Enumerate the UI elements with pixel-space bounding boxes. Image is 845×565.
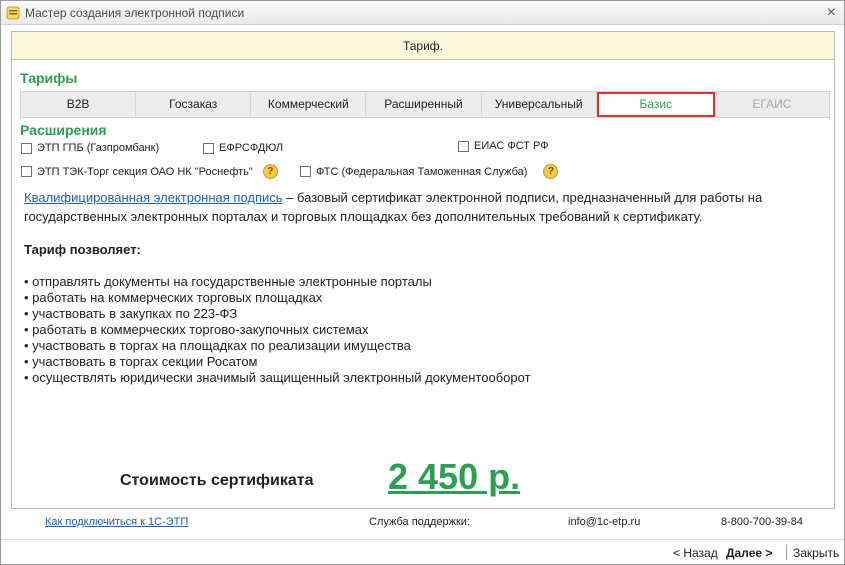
- support-label: Служба поддержки:: [369, 516, 470, 528]
- tab-extended[interactable]: Расширенный: [366, 92, 482, 117]
- support-phone: 8-800-700-39-84: [721, 516, 803, 528]
- price-label: Стоимость сертификата: [120, 472, 314, 489]
- ext-fts-label: ФТС (Федеральная Таможенная Служба): [316, 165, 528, 178]
- checkbox[interactable]: [21, 142, 32, 154]
- ext-efrsfdyul-label: ЕФРСФДЮЛ: [219, 142, 284, 154]
- list-item: • отправлять документы на государственны…: [24, 274, 432, 289]
- ext-tek-torg-label: ЭТП ТЭК-Торг секция ОАО НК "Роснефть": [37, 165, 253, 178]
- title-bar: Мастер создания электронной подписи ×: [1, 1, 844, 25]
- checkbox[interactable]: [458, 140, 469, 152]
- tariffs-title: Тарифы: [20, 70, 78, 86]
- list-item: • участвовать в торгах на площадках по р…: [24, 338, 411, 353]
- connect-link[interactable]: Как подключиться к 1С-ЭТП: [45, 516, 188, 528]
- list-item: • участвовать в закупках по 223-ФЗ: [24, 306, 238, 321]
- support-email: info@1c-etp.ru: [568, 516, 641, 528]
- tab-b2b[interactable]: B2B: [21, 92, 137, 117]
- wizard-content: Тариф. Тарифы B2B Госзаказ Коммерческий …: [11, 31, 835, 509]
- divider: [786, 545, 787, 560]
- ext-etp-gpb-label: ЭТП ГПБ (Газпромбанк): [37, 142, 160, 154]
- step-banner: Тариф.: [12, 32, 834, 60]
- price-value[interactable]: 2 450 р.: [388, 456, 520, 498]
- help-icon[interactable]: ?: [543, 164, 559, 179]
- next-button-label: Далее >: [726, 546, 773, 560]
- checkbox[interactable]: [300, 166, 311, 177]
- ext-efrsfdyul[interactable]: ЕФРСФДЮЛ: [203, 142, 283, 154]
- ext-tek-torg-row: ЭТП ТЭК-Торг секция ОАО НК "Роснефть" ?: [21, 164, 278, 179]
- checkbox[interactable]: [203, 142, 214, 154]
- close-button[interactable]: Закрыть: [793, 546, 839, 560]
- allows-title: Тариф позволяет:: [24, 242, 141, 257]
- extensions-title: Расширения: [20, 122, 107, 138]
- tariff-description: Квалифицированная электронная подпись – …: [24, 188, 830, 226]
- app-icon: [6, 6, 20, 20]
- list-item: • работать на коммерческих торговых площ…: [24, 290, 323, 305]
- ext-eias-fst-label: ЕИАС ФСТ РФ: [474, 140, 549, 152]
- tab-universal[interactable]: Универсальный: [482, 92, 597, 117]
- close-icon[interactable]: ×: [827, 3, 836, 23]
- tab-goszakaz[interactable]: Госзаказ: [136, 92, 252, 117]
- help-icon[interactable]: ?: [262, 164, 278, 179]
- list-item: • осуществлять юридически значимый защищ…: [24, 370, 531, 385]
- list-item: • работать в коммерческих торгово-закупо…: [24, 322, 369, 337]
- tab-basis[interactable]: Базис: [596, 92, 715, 117]
- ext-fts-row: ФТС (Федеральная Таможенная Служба) ?: [300, 164, 559, 179]
- qualified-signature-link[interactable]: Квалифицированная электронная подпись: [24, 190, 283, 205]
- tab-egais[interactable]: ЕГАИС: [715, 92, 829, 117]
- checkbox[interactable]: [21, 166, 32, 177]
- tariff-tabs: B2B Госзаказ Коммерческий Расширенный Ун…: [20, 91, 830, 118]
- wizard-nav-bar: < Назад Далее > Закрыть: [1, 539, 844, 565]
- back-button[interactable]: < Назад: [673, 546, 718, 560]
- ext-tek-torg[interactable]: ЭТП ТЭК-Торг секция ОАО НК "Роснефть": [21, 166, 253, 178]
- next-button[interactable]: Далее >: [726, 546, 772, 560]
- ext-fts[interactable]: ФТС (Федеральная Таможенная Служба): [300, 166, 527, 178]
- list-item: • участвовать в торгах секции Росатом: [24, 354, 258, 369]
- ext-etp-gpb[interactable]: ЭТП ГПБ (Газпромбанк): [21, 142, 159, 154]
- ext-eias-fst[interactable]: ЕИАС ФСТ РФ: [458, 140, 549, 152]
- wizard-window: Мастер создания электронной подписи × Та…: [0, 0, 845, 565]
- allows-list: • отправлять документы на государственны…: [24, 274, 531, 386]
- tab-commercial[interactable]: Коммерческий: [251, 92, 367, 117]
- window-title: Мастер создания электронной подписи: [25, 6, 245, 20]
